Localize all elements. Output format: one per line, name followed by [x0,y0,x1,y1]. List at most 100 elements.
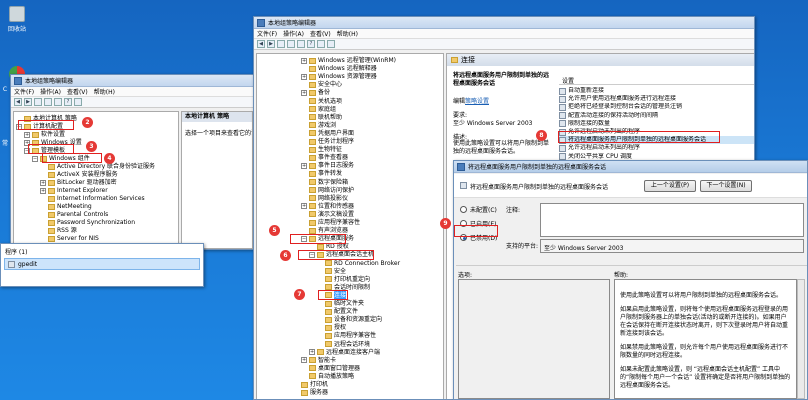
setting-row[interactable]: 拒绝将已经登录到控制台会话的管理员注销 [559,103,754,111]
menu-file[interactable]: 文件(F) [14,87,34,96]
forward-icon[interactable]: ▶ [24,98,32,106]
expand-icon[interactable]: + [24,139,30,146]
help-panel: 使用此策略设置可以将用户限制到单独的远程桌面服务会话。 如果启用此策略设置，则将每… [614,279,797,399]
setting-row[interactable]: 限制连接的数量 [559,120,754,128]
gpedit-result[interactable]: gpedit [4,258,200,270]
properties-icon[interactable] [74,98,82,106]
expand-icon[interactable]: + [24,131,30,138]
options-label: 选项: [458,272,473,279]
up-icon[interactable] [277,40,285,48]
show-tree-icon[interactable] [44,98,52,106]
expand-icon[interactable]: + [301,57,307,64]
setting-row[interactable]: 自动重新连接 [559,87,754,95]
window-titlebar[interactable]: 本地组策略编辑器 [11,75,253,87]
expand-icon[interactable]: + [301,357,307,364]
folder-icon [40,155,47,162]
forward-icon[interactable]: ▶ [267,40,275,48]
collapse-icon[interactable]: − [24,147,30,154]
prev-setting-button[interactable]: 上一个设置(P) [644,180,696,192]
export-icon[interactable] [54,98,62,106]
folder-icon [325,276,332,283]
dialog-header-strip: 将远程桌面服务用户限制到单独的远程桌面服务会话 上一个设置(P) 下一个设置(N… [454,174,807,198]
menu-help[interactable]: 帮助(H) [337,29,358,38]
tree-item-label: Server for NIS [57,235,99,242]
detail-header: 本地计算机 策略 [182,112,252,122]
expand-icon[interactable]: + [301,203,307,210]
tree-item[interactable]: 服务器 [293,388,328,397]
platform-label: 支持的平台: [506,243,539,250]
folder-icon [309,170,316,177]
radio-disabled[interactable]: 已禁用(D) [460,233,497,242]
folder-icon [301,389,308,396]
setting-row[interactable]: 将远程桌面服务用户限制到单独的远程桌面服务会话 [559,136,754,145]
radio-enabled[interactable]: 已启用(E) [460,219,496,228]
dialog-titlebar[interactable]: 将远程桌面服务用户限制到单独的远程桌面服务会话 [454,161,807,173]
menu-help[interactable]: 帮助(H) [94,87,115,96]
properties-icon[interactable] [317,40,325,48]
help-icon[interactable]: ? [307,40,315,48]
filter-icon[interactable] [327,40,335,48]
radio-not-configured[interactable]: 未配置(C) [460,205,497,214]
help-paragraph: 如果禁用此策略设置，则允许每个用户使用远程桌面服务进行不限数量的同时远程连接。 [620,344,789,359]
setting-row[interactable]: 配置活动连接的保持活动时间间隔 [559,112,754,120]
expand-icon[interactable]: + [40,187,46,194]
next-setting-button[interactable]: 下一个设置(N) [700,180,752,192]
help-paragraph: 如果启用此策略设置，则将每个使用远程桌面服务远程登录的用户限制到服务器上的单独会… [620,306,789,337]
edit-policy-text: 编辑策略设置 [453,98,490,105]
toolbar: ◀ ▶ ? [11,97,253,108]
recycle-bin-desktop-icon[interactable]: 回收站 [3,6,31,33]
setting-icon [559,87,566,95]
radio-circle-selected [460,234,467,241]
policy-desc-title: 将远程桌面服务用户限制到单独的远程桌面服务会话 [453,72,550,87]
dialog-divider [456,265,807,266]
folder-icon [309,365,316,372]
back-icon[interactable]: ◀ [14,98,22,106]
help-paragraph: 如果未配置此策略设置，则 “远程桌面会话主机配置” 工具中的“限制每个用户一个会… [620,366,791,389]
gpedit-result-icon [8,260,15,268]
show-tree-icon[interactable] [287,40,295,48]
menu-bar: 文件(F) 操作(A) 查看(V) 帮助(H) [254,29,754,39]
back-icon[interactable]: ◀ [257,40,265,48]
folder-icon [325,284,332,291]
menu-view[interactable]: 查看(V) [310,29,331,38]
help-label: 帮助: [614,272,629,279]
folder-icon [309,154,316,161]
gpedit-window-small: 本地组策略编辑器 文件(F) 操作(A) 查看(V) 帮助(H) ◀ ▶ ? 本… [10,74,254,250]
edit-policy-link[interactable]: 策略设置 [465,98,489,105]
collapse-icon[interactable]: − [301,235,307,242]
folder-icon [325,268,332,275]
menu-action[interactable]: 操作(A) [283,29,304,38]
menu-file[interactable]: 文件(F) [257,29,277,38]
collapse-icon[interactable]: − [16,123,22,130]
tree-item-label: 服务器 [310,389,329,397]
description-text: 使用此策略设置可以将用户限制到单独的远程桌面服务会话。 [453,140,550,155]
folder-icon [325,341,332,347]
expand-icon[interactable]: + [301,73,307,80]
setting-icon [559,144,566,152]
tree-item[interactable]: Server for NIS [40,234,99,243]
help-scrollbar[interactable] [797,279,805,399]
setting-row[interactable]: 允许远程启动未列出的程序 [559,144,754,152]
expand-icon[interactable]: + [40,179,46,186]
menu-view[interactable]: 查看(V) [67,87,88,96]
collapse-icon[interactable]: − [32,155,38,162]
menu-action[interactable]: 操作(A) [40,87,61,96]
window-titlebar[interactable]: 本地组策略编辑器 [254,17,754,29]
expand-icon[interactable]: + [301,89,307,96]
gpedit-app-icon [257,18,265,27]
settings-column-header[interactable]: 设置 [559,76,754,85]
expand-icon[interactable]: + [309,349,315,356]
comment-textarea[interactable] [540,203,804,237]
setting-row[interactable]: 允许用户使用远程桌面服务进行远程连接 [559,95,754,103]
collapse-icon[interactable]: − [309,251,315,258]
expand-icon[interactable]: + [301,162,307,169]
step-badge-4: 4 [104,153,115,164]
step-badge-5: 5 [269,225,280,236]
up-icon[interactable] [34,98,42,106]
setting-row[interactable]: 允许远程启动未列出的程序 [559,128,754,136]
folder-icon [301,381,308,388]
desktop-icon-c[interactable]: C [0,86,10,93]
desktop-icon-chang[interactable]: 常 [0,138,10,147]
export-icon[interactable] [297,40,305,48]
help-icon[interactable]: ? [64,98,72,106]
